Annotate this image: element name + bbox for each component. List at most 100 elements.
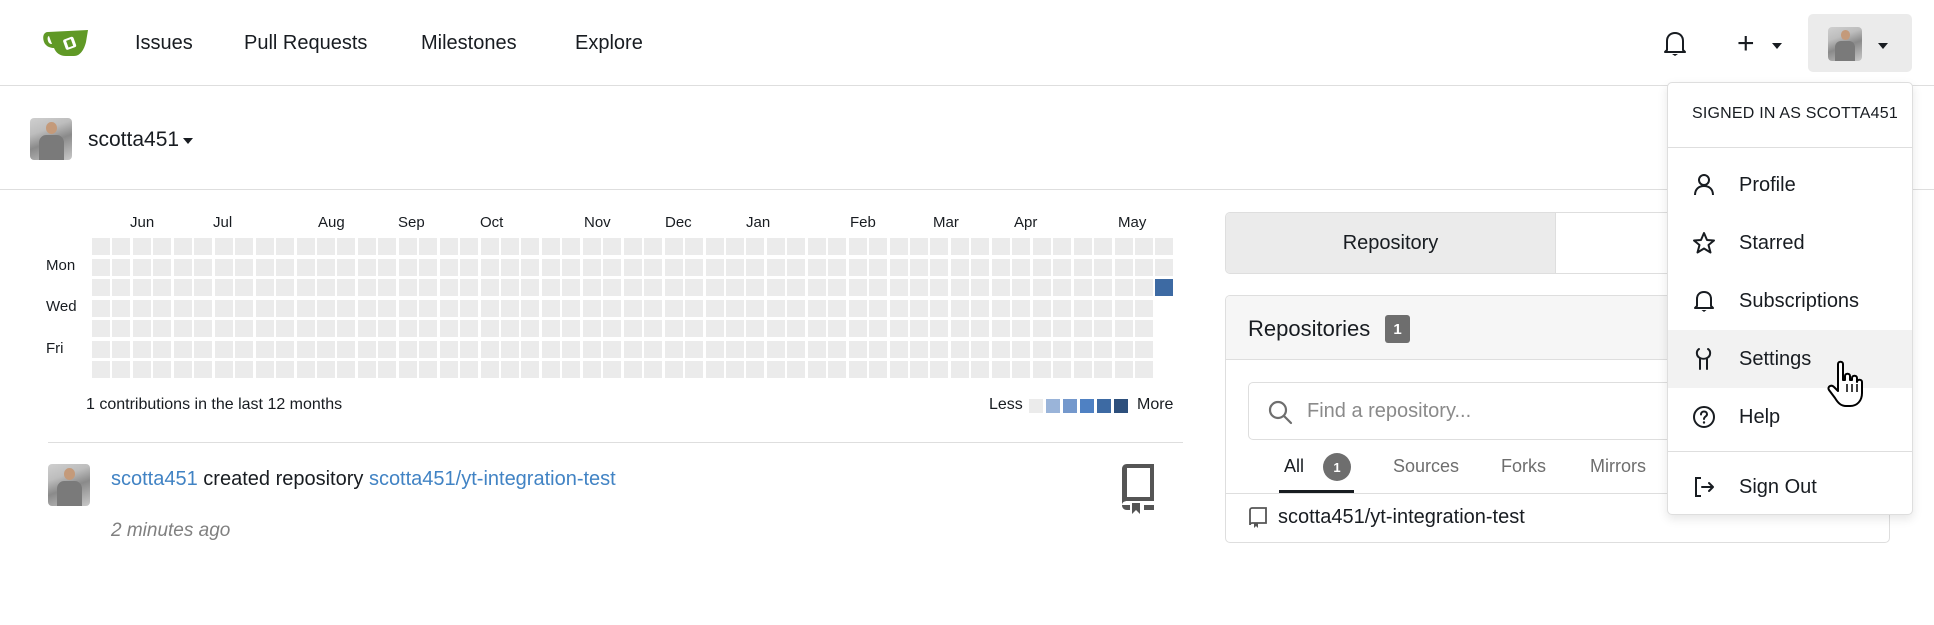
heatmap-cell[interactable]: [399, 300, 417, 317]
heatmap-cell[interactable]: [92, 320, 110, 337]
heatmap-cell[interactable]: [174, 238, 192, 255]
heatmap-cell[interactable]: [194, 320, 212, 337]
heatmap-cell[interactable]: [378, 361, 396, 378]
heatmap-cell[interactable]: [849, 320, 867, 337]
heatmap-cell[interactable]: [644, 361, 662, 378]
heatmap-cell[interactable]: [542, 279, 560, 296]
heatmap-cell[interactable]: [1094, 341, 1112, 358]
heatmap-cell[interactable]: [992, 300, 1010, 317]
heatmap-cell[interactable]: [378, 279, 396, 296]
heatmap-cell[interactable]: [583, 320, 601, 337]
heatmap-cell[interactable]: [542, 361, 560, 378]
heatmap-cell[interactable]: [624, 259, 642, 276]
heatmap-cell[interactable]: [726, 279, 744, 296]
heatmap-cell[interactable]: [1074, 259, 1092, 276]
heatmap-cell[interactable]: [256, 341, 274, 358]
heatmap-cell[interactable]: [583, 279, 601, 296]
heatmap-cell[interactable]: [174, 320, 192, 337]
heatmap-cell[interactable]: [276, 259, 294, 276]
heatmap-cell[interactable]: [358, 341, 376, 358]
heatmap-cell[interactable]: [562, 341, 580, 358]
heatmap-cell[interactable]: [481, 341, 499, 358]
heatmap-cell[interactable]: [1053, 341, 1071, 358]
heatmap-cell[interactable]: [971, 361, 989, 378]
heatmap-cell[interactable]: [1012, 361, 1030, 378]
heatmap-cell[interactable]: [440, 361, 458, 378]
heatmap-cell[interactable]: [542, 300, 560, 317]
heatmap-cell[interactable]: [644, 300, 662, 317]
heatmap-cell[interactable]: [583, 238, 601, 255]
heatmap-cell[interactable]: [317, 238, 335, 255]
heatmap-cell[interactable]: [1115, 300, 1133, 317]
heatmap-cell[interactable]: [910, 320, 928, 337]
heatmap-cell[interactable]: [930, 320, 948, 337]
heatmap-cell[interactable]: [1053, 320, 1071, 337]
heatmap-cell[interactable]: [890, 300, 908, 317]
heatmap-cell[interactable]: [153, 361, 171, 378]
heatmap-cell[interactable]: [174, 300, 192, 317]
heatmap-cell[interactable]: [562, 279, 580, 296]
heatmap-cell[interactable]: [1012, 300, 1030, 317]
heatmap-cell[interactable]: [767, 341, 785, 358]
heatmap-cell[interactable]: [92, 341, 110, 358]
heatmap-cell[interactable]: [521, 259, 539, 276]
heatmap-cell[interactable]: [767, 279, 785, 296]
heatmap-cell[interactable]: [337, 259, 355, 276]
heatmap-cell[interactable]: [215, 279, 233, 296]
heatmap-cell[interactable]: [910, 300, 928, 317]
heatmap-cell[interactable]: [460, 320, 478, 337]
heatmap-cell[interactable]: [869, 279, 887, 296]
heatmap-cell[interactable]: [1012, 341, 1030, 358]
heatmap-cell[interactable]: [112, 238, 130, 255]
heatmap-cell[interactable]: [399, 238, 417, 255]
heatmap-cell[interactable]: [297, 300, 315, 317]
heatmap-cell[interactable]: [787, 279, 805, 296]
heatmap-cell[interactable]: [1115, 320, 1133, 337]
heatmap-cell[interactable]: [194, 300, 212, 317]
heatmap-cell[interactable]: [828, 361, 846, 378]
heatmap-cell[interactable]: [112, 341, 130, 358]
context-username[interactable]: scotta451: [88, 128, 179, 152]
heatmap-cell[interactable]: [235, 341, 253, 358]
heatmap-cell[interactable]: [215, 238, 233, 255]
heatmap-cell[interactable]: [276, 238, 294, 255]
heatmap-cell[interactable]: [194, 279, 212, 296]
heatmap-cell[interactable]: [603, 300, 621, 317]
heatmap-cell[interactable]: [460, 300, 478, 317]
heatmap-cell[interactable]: [460, 238, 478, 255]
heatmap-cell[interactable]: [951, 238, 969, 255]
heatmap-cell[interactable]: [215, 259, 233, 276]
heatmap-cell[interactable]: [1053, 259, 1071, 276]
heatmap-cell[interactable]: [419, 341, 437, 358]
heatmap-cell[interactable]: [256, 259, 274, 276]
heatmap-cell[interactable]: [808, 279, 826, 296]
heatmap-cell[interactable]: [112, 259, 130, 276]
heatmap-cell[interactable]: [419, 259, 437, 276]
heatmap-cell[interactable]: [787, 341, 805, 358]
heatmap-cell[interactable]: [685, 320, 703, 337]
heatmap-cell[interactable]: [849, 300, 867, 317]
heatmap-cell[interactable]: [849, 279, 867, 296]
heatmap-cell[interactable]: [808, 300, 826, 317]
heatmap-cell[interactable]: [869, 341, 887, 358]
feed-actor-link[interactable]: scotta451: [111, 468, 198, 490]
heatmap-cell[interactable]: [399, 341, 417, 358]
heatmap-cell[interactable]: [1074, 361, 1092, 378]
heatmap-cell[interactable]: [521, 320, 539, 337]
heatmap-cell[interactable]: [1033, 320, 1051, 337]
heatmap-cell[interactable]: [869, 238, 887, 255]
heatmap-cell[interactable]: [174, 259, 192, 276]
heatmap-cell[interactable]: [910, 279, 928, 296]
heatmap-cell[interactable]: [235, 238, 253, 255]
heatmap-cell[interactable]: [481, 279, 499, 296]
heatmap-cell[interactable]: [1115, 361, 1133, 378]
heatmap-cell[interactable]: [337, 279, 355, 296]
heatmap-cell[interactable]: [297, 238, 315, 255]
heatmap-cell[interactable]: [194, 341, 212, 358]
heatmap-cell[interactable]: [624, 341, 642, 358]
heatmap-cell[interactable]: [1074, 320, 1092, 337]
heatmap-cell[interactable]: [665, 238, 683, 255]
heatmap-cell[interactable]: [706, 320, 724, 337]
heatmap-cell[interactable]: [521, 361, 539, 378]
heatmap-cell[interactable]: [215, 300, 233, 317]
